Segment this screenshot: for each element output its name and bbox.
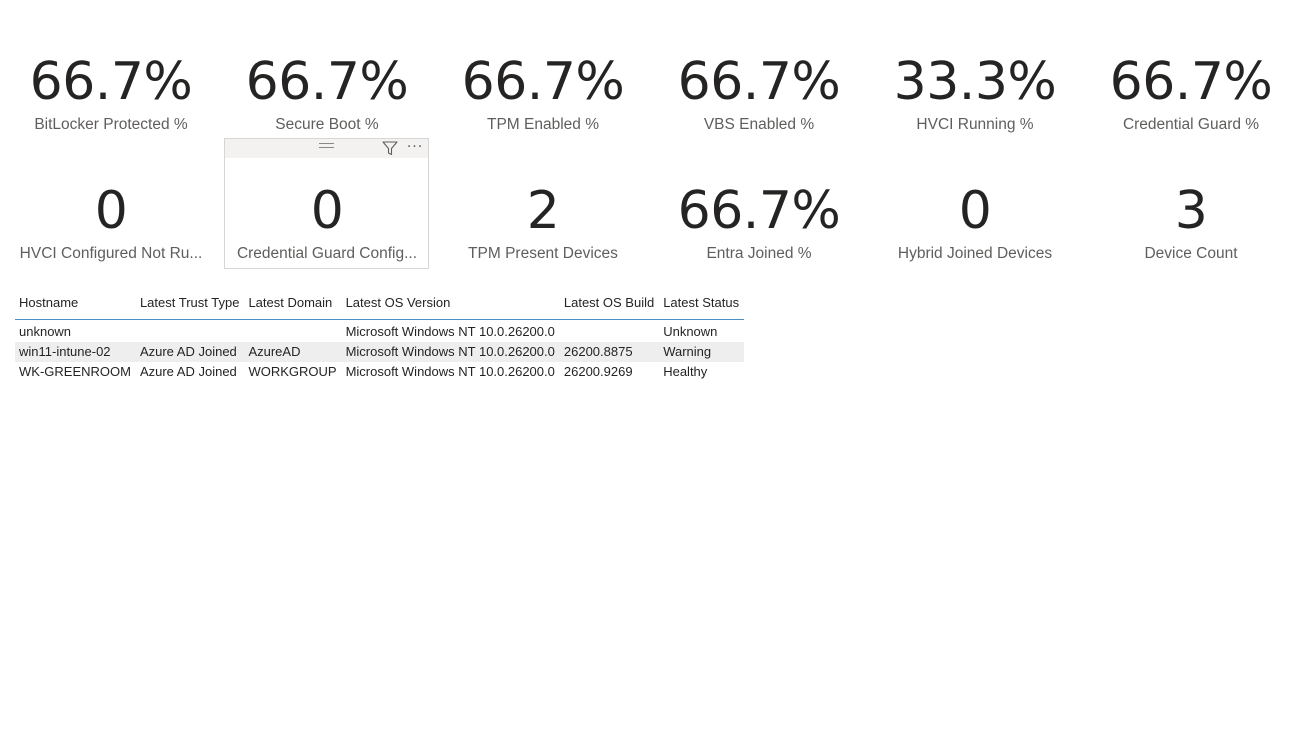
column-header-os-build[interactable]: Latest OS Build — [559, 292, 660, 320]
cell-domain: WORKGROUP — [248, 364, 337, 379]
device-table[interactable]: Hostname Latest Trust Type Latest Domain… — [15, 292, 745, 382]
card-entra-joined[interactable]: 66.7% Entra Joined % — [656, 0, 862, 270]
card-label: Entra Joined % — [706, 245, 812, 262]
column-header-hostname[interactable]: Hostname — [15, 292, 136, 320]
column-header-os-version[interactable]: Latest OS Version — [341, 292, 560, 320]
card-label: Hybrid Joined Devices — [897, 245, 1053, 262]
cell-status: Unknown — [663, 324, 718, 339]
cell-os-build: 26200.8875 — [559, 342, 660, 362]
cell-os-version: Microsoft Windows NT 10.0.26200.0 — [345, 324, 555, 339]
card-value: 0 — [94, 181, 128, 241]
cell-os-build: 26200.9269 — [563, 364, 633, 379]
cell-status: Healthy — [663, 364, 708, 379]
cell-domain — [244, 320, 341, 343]
card-value: 0 — [310, 181, 344, 241]
cell-status: Warning — [659, 342, 745, 362]
card-device-count[interactable]: 3 Device Count — [1088, 0, 1294, 270]
card-value: 2 — [526, 181, 560, 241]
card-value: 3 — [1174, 181, 1208, 241]
cell-os-version: Microsoft Windows NT 10.0.26200.0 — [341, 342, 560, 362]
card-label: Credential Guard Config... — [236, 245, 418, 262]
card-label: TPM Present Devices — [468, 245, 618, 262]
table-row[interactable]: WK-GREENROOM Azure AD Joined WORKGROUP M… — [15, 362, 744, 382]
table-header-row: Hostname Latest Trust Type Latest Domain… — [15, 292, 745, 320]
table-row[interactable]: unknown Microsoft Windows NT 10.0.26200.… — [15, 320, 744, 343]
card-credential-guard-configured[interactable]: 0 Credential Guard Config... — [224, 0, 430, 270]
cell-hostname: win11-intune-02 — [15, 342, 136, 362]
card-hvci-configured-not-running[interactable]: 0 HVCI Configured Not Ru... — [8, 0, 214, 270]
card-label: HVCI Configured Not Ru... — [19, 245, 203, 262]
cell-os-build — [560, 320, 659, 343]
cell-os-version: Microsoft Windows NT 10.0.26200.0 — [345, 364, 555, 379]
card-tpm-present-devices[interactable]: 2 TPM Present Devices — [440, 0, 646, 270]
cell-hostname: unknown — [19, 324, 72, 339]
column-header-trust-type[interactable]: Latest Trust Type — [135, 292, 245, 320]
card-hybrid-joined-devices[interactable]: 0 Hybrid Joined Devices — [872, 0, 1078, 270]
cell-trust-type: Azure AD Joined — [135, 342, 245, 362]
table-row[interactable]: win11-intune-02 Azure AD Joined AzureAD … — [15, 342, 745, 362]
report-canvas: 66.7% BitLocker Protected % 66.7% Secure… — [0, 0, 1310, 756]
card-value: 66.7% — [677, 181, 841, 241]
cell-domain: AzureAD — [244, 342, 342, 362]
cell-hostname: WK-GREENROOM — [19, 364, 131, 379]
cell-trust-type: Azure AD Joined — [139, 364, 237, 379]
column-header-domain[interactable]: Latest Domain — [244, 292, 342, 320]
cell-trust-type — [136, 320, 244, 343]
card-label: Device Count — [1144, 245, 1238, 262]
column-header-status[interactable]: Latest Status — [659, 292, 745, 320]
card-value: 0 — [958, 181, 992, 241]
